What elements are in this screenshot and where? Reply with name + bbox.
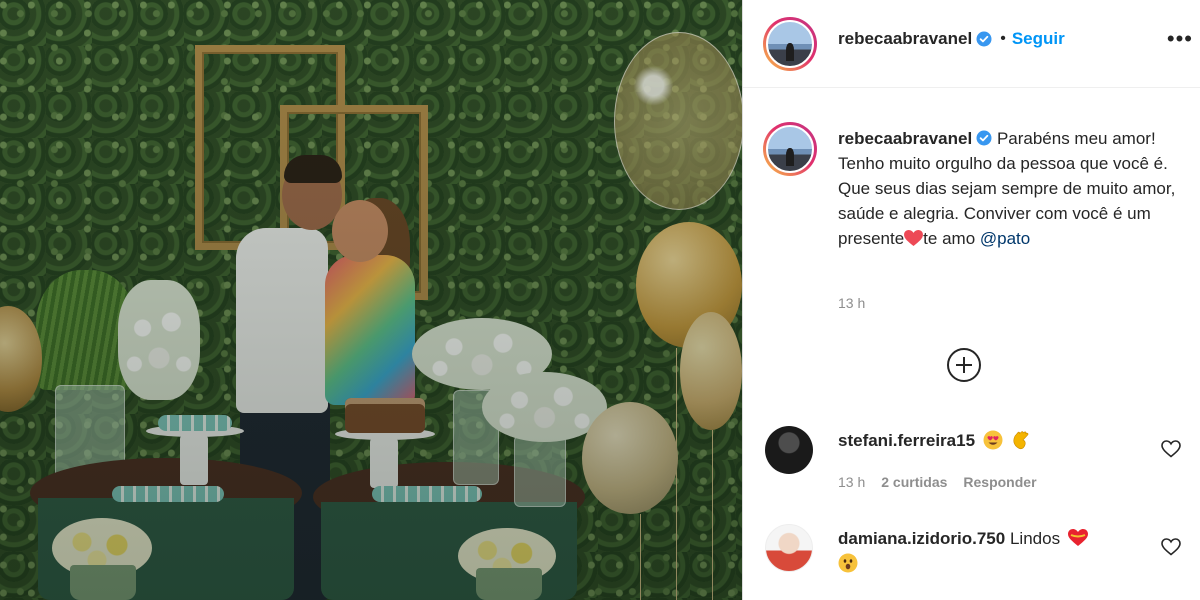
comment-username[interactable]: damiana.izidorio.750 [838,529,1005,548]
caption-text-end: te amo [923,229,980,248]
separator-dot: • [1000,30,1006,47]
plus-circle-icon[interactable] [947,348,981,382]
balloon-string [712,430,713,600]
red-heart-emoji [904,230,924,247]
heart-outline-icon[interactable] [1161,538,1181,556]
sweets-tray [372,486,482,502]
sweets-tray [158,415,232,431]
post-caption: rebecaabravanel Parabéns meu amor! Tenho… [838,126,1183,251]
heart-emoji [1067,529,1088,546]
mention-link[interactable]: @pato [980,229,1030,248]
woman-tie-dye-shirt [325,255,415,405]
caption-author-avatar[interactable] [763,122,817,176]
comment-text: stefani.ferreira15 [838,428,1128,453]
comment-meta: 13 h 2 curtidas Responder [838,474,1053,490]
man-shirt [236,228,328,413]
heart-outline-icon[interactable] [1161,440,1181,458]
comment-timestamp[interactable]: 13 h [838,474,865,490]
heart-eyes-emoji [983,430,1003,450]
commenter-avatar[interactable] [765,426,813,474]
white-orchids [118,280,200,400]
caption-timestamp[interactable]: 13 h [838,295,865,311]
balloon-string [676,348,677,600]
reply-button[interactable]: Responder [963,474,1036,490]
comment-likes[interactable]: 2 curtidas [881,474,947,490]
glitter-balloon [582,402,678,514]
flower-pot [476,568,542,600]
post-photo[interactable] [0,0,742,600]
verified-badge-icon [976,31,992,47]
chocolate-cake [345,398,425,433]
follow-button[interactable]: Seguir [1012,29,1065,49]
post-header: rebecaabravanel • Seguir ••• [743,0,1200,88]
comment-username[interactable]: stefani.ferreira15 [838,431,975,450]
verified-badge-icon [976,130,992,146]
sweets-tray [112,486,224,502]
commenter-avatar[interactable] [765,524,813,572]
comment-body: Lindos [1009,529,1061,548]
gold-balloon [680,312,742,430]
man-hair [284,155,342,183]
confetti-balloon [614,32,742,210]
post-side-panel: rebecaabravanel • Seguir ••• rebecaabrav… [742,0,1200,600]
cake-stand [370,438,398,488]
instagram-post: rebecaabravanel • Seguir ••• rebecaabrav… [0,0,1200,600]
caption-username[interactable]: rebecaabravanel [838,129,972,148]
author-avatar[interactable] [763,17,817,71]
woman-head [332,200,388,262]
glass-vase [514,435,566,507]
astonished-face-emoji [838,553,858,573]
author-username[interactable]: rebecaabravanel [838,29,972,49]
more-options-icon[interactable]: ••• [1167,28,1193,50]
balloon-string [640,514,641,600]
flower-pot [70,565,136,600]
author-info: rebecaabravanel • Seguir [838,29,1065,49]
cake-stand [180,435,208,485]
clapping-hands-emoji [1013,431,1028,449]
comment-text: damiana.izidorio.750 Lindos [838,526,1128,576]
